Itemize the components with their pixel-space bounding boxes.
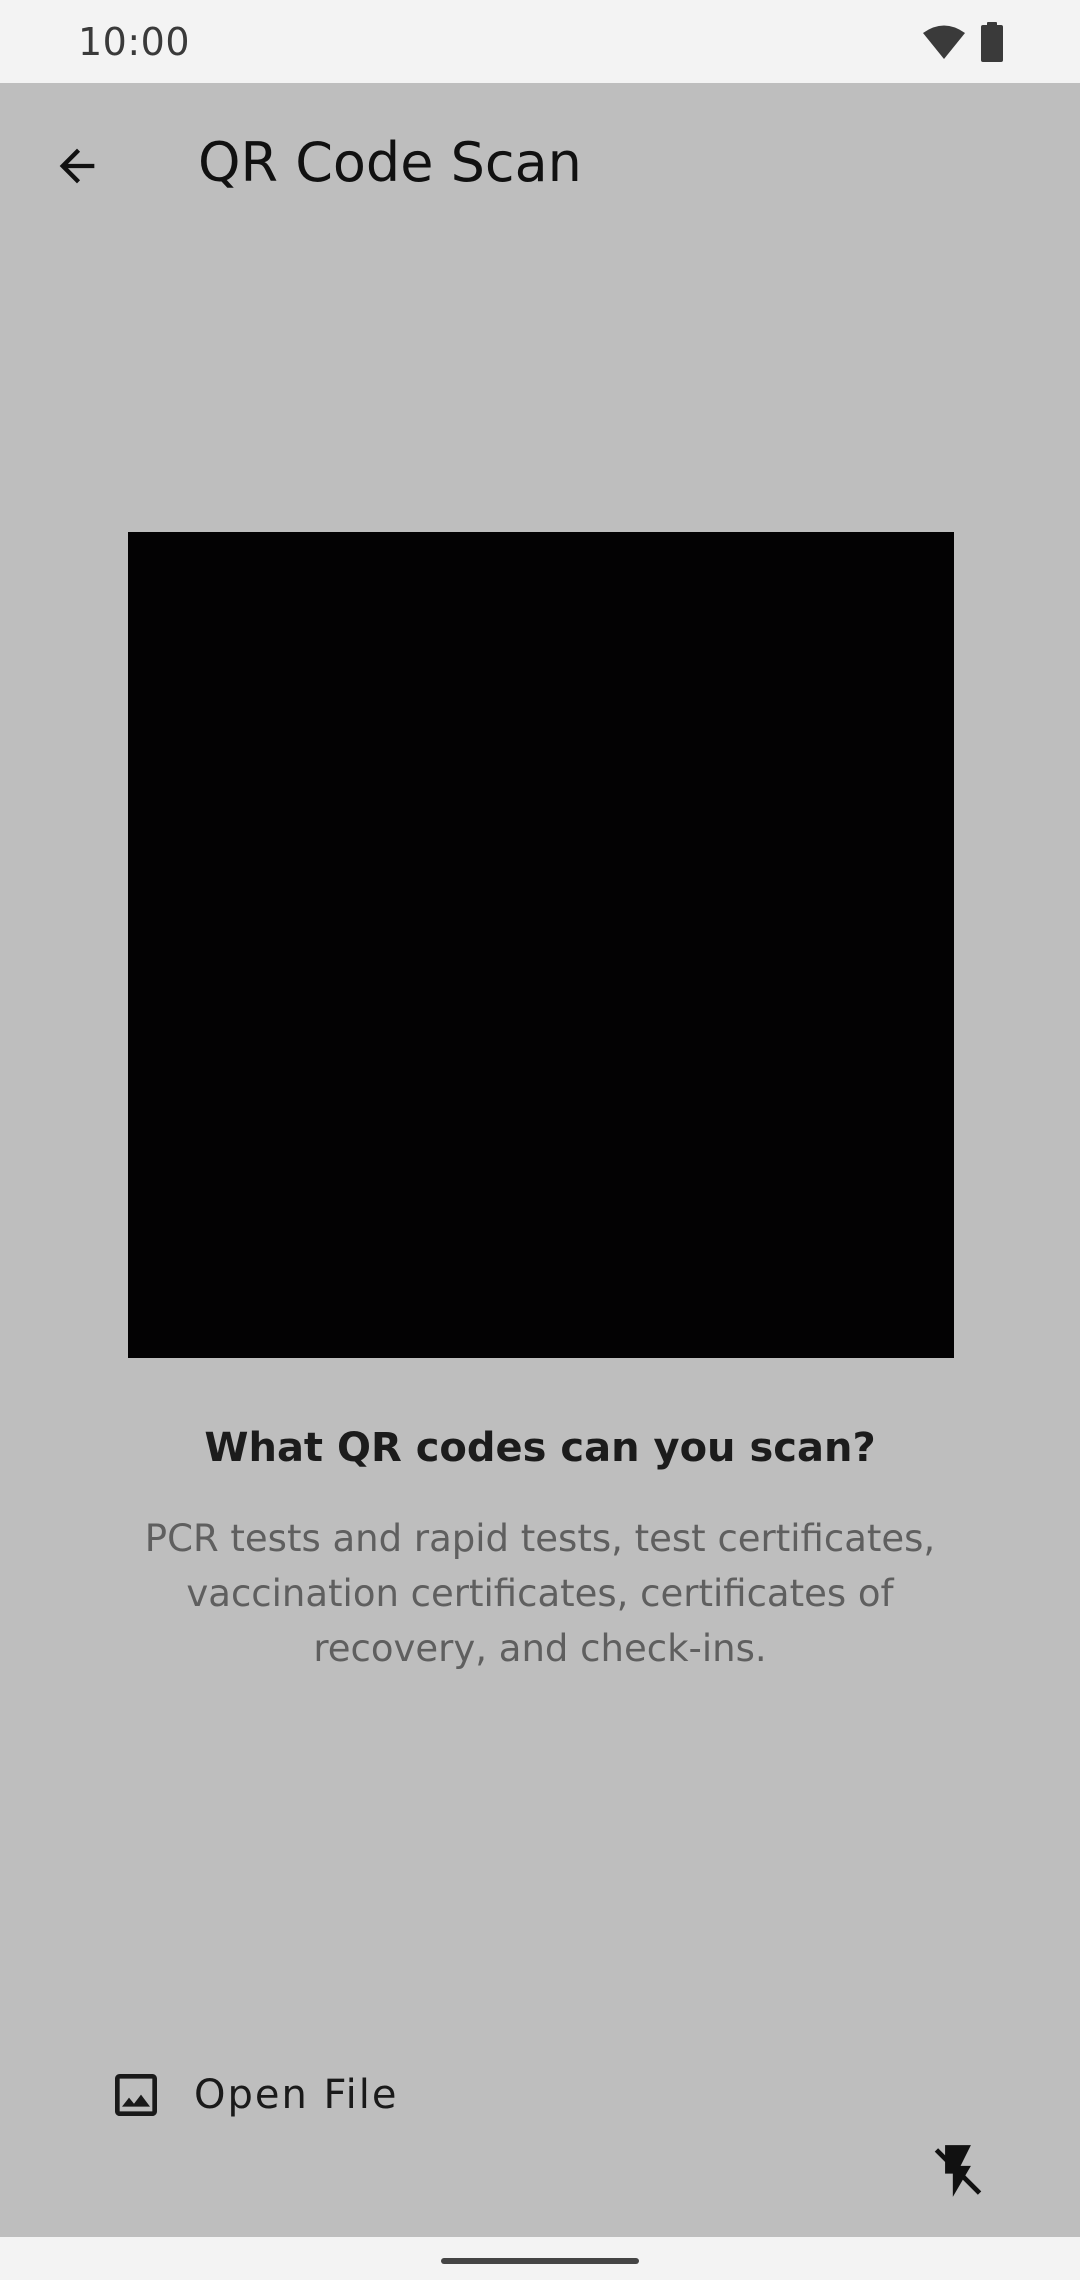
scan-screen: QR Code Scan What QR codes can you scan?… [0, 83, 1080, 2237]
flash-off-icon [934, 2145, 982, 2197]
navigation-bar [0, 2237, 1080, 2280]
info-description: PCR tests and rapid tests, test certific… [144, 1517, 936, 1670]
camera-preview[interactable] [128, 532, 954, 1358]
status-bar: 10:00 [0, 0, 1080, 83]
wifi-icon [923, 25, 965, 59]
arrow-back-icon [59, 148, 95, 184]
open-file-button[interactable]: Open File [92, 2045, 414, 2145]
battery-icon [981, 22, 1003, 62]
status-time: 10:00 [78, 20, 191, 64]
back-button[interactable] [36, 125, 118, 207]
page-title: QR Code Scan [198, 131, 582, 194]
image-icon [115, 2074, 157, 2116]
info-title: What QR codes can you scan? [204, 1425, 876, 1471]
open-file-label: Open File [194, 2072, 399, 2118]
home-indicator[interactable] [441, 2258, 639, 2264]
flash-toggle-button[interactable] [910, 2123, 1006, 2219]
